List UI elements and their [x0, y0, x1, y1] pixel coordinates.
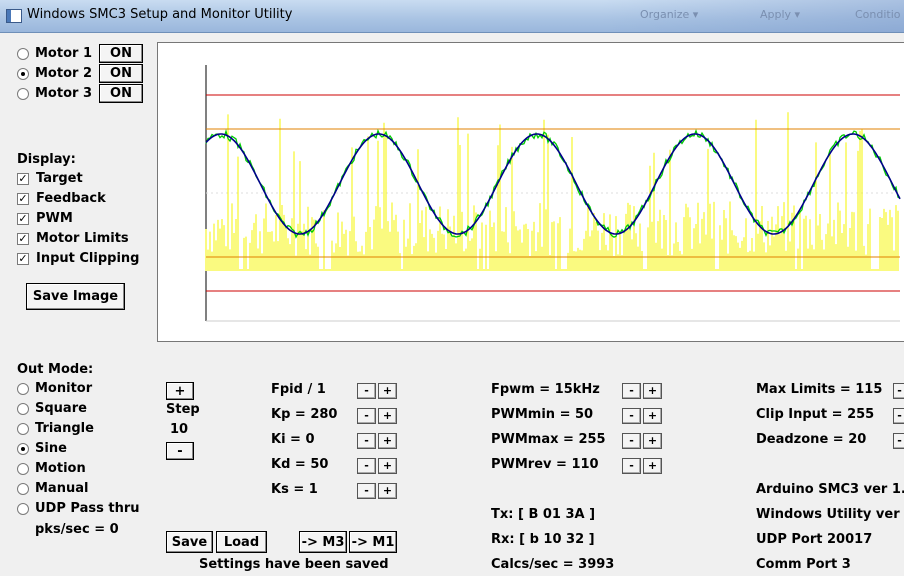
pwmrev-plus-button[interactable]: +: [643, 458, 662, 474]
background-menu-apply: Apply ▾: [760, 8, 801, 21]
kd-label: Kd = 50: [271, 457, 329, 472]
kp-minus-button[interactable]: -: [357, 408, 376, 424]
fpid-plus-button[interactable]: +: [378, 383, 397, 399]
mode-square-radio[interactable]: [17, 403, 29, 415]
arduino-version: Arduino SMC3 ver 1.00: [756, 482, 904, 497]
mode-sine-radio[interactable]: [17, 443, 29, 455]
status-message: Settings have been saved: [199, 557, 389, 572]
motor-limits-checkbox[interactable]: ✓: [17, 233, 29, 245]
pwmmin-label: PWMmin = 50: [491, 407, 594, 422]
pwmmax-plus-button[interactable]: +: [643, 433, 662, 449]
motor-2-on-button[interactable]: ON: [99, 64, 143, 83]
target-trace: [205, 133, 901, 235]
pwm-checkbox[interactable]: ✓: [17, 213, 29, 225]
motor-graph: [205, 65, 901, 322]
step-plus-button[interactable]: +: [166, 382, 194, 400]
target-checkbox[interactable]: ✓: [17, 173, 29, 185]
fpwm-minus-button[interactable]: -: [622, 383, 641, 399]
feedback-trace: [205, 128, 901, 239]
mode-udp-label: UDP Pass thru: [35, 501, 140, 516]
mode-motion-radio[interactable]: [17, 463, 29, 475]
pwmmax-label: PWMmax = 255: [491, 432, 606, 447]
motor-limits-label: Motor Limits: [36, 231, 129, 246]
mode-udp-radio[interactable]: [17, 503, 29, 515]
comm-port: Comm Port 3: [756, 557, 851, 572]
motor-1-on-button[interactable]: ON: [99, 44, 143, 63]
target-label: Target: [36, 171, 83, 186]
mode-sine-label: Sine: [35, 441, 67, 456]
tx-readout: Tx: [ B 01 3A ]: [491, 507, 596, 522]
window-title: Windows SMC3 Setup and Monitor Utility: [27, 7, 293, 22]
pwmrev-label: PWMrev = 110: [491, 457, 599, 472]
feedback-checkbox[interactable]: ✓: [17, 193, 29, 205]
kd-minus-button[interactable]: -: [357, 458, 376, 474]
ki-minus-button[interactable]: -: [357, 433, 376, 449]
fpid-label: Fpid / 1: [271, 382, 326, 397]
kp-plus-button[interactable]: +: [378, 408, 397, 424]
step-value: 10: [170, 422, 189, 437]
motor-3-label: Motor 3: [35, 86, 92, 101]
pwmmax-minus-button[interactable]: -: [622, 433, 641, 449]
fpwm-plus-button[interactable]: +: [643, 383, 662, 399]
ki-label: Ki = 0: [271, 432, 315, 447]
pwmrev-minus-button[interactable]: -: [622, 458, 641, 474]
deadzone-minus-button[interactable]: -: [893, 433, 904, 449]
pwm-trace: [205, 112, 899, 271]
motor-3-radio[interactable]: [17, 88, 29, 100]
mode-triangle-label: Triangle: [35, 421, 94, 436]
mode-square-label: Square: [35, 401, 87, 416]
save-button[interactable]: Save: [166, 531, 213, 553]
clip-input-label: Clip Input = 255: [756, 407, 875, 422]
windows-utility-version: Windows Utility ver 1.0: [756, 507, 904, 522]
ks-plus-button[interactable]: +: [378, 483, 397, 499]
mode-manual-label: Manual: [35, 481, 89, 496]
max-limits-label: Max Limits = 115: [756, 382, 883, 397]
input-clipping-checkbox[interactable]: ✓: [17, 253, 29, 265]
motor-1-radio[interactable]: [17, 48, 29, 60]
fpwm-label: Fpwm = 15kHz: [491, 382, 600, 397]
pwmmin-minus-button[interactable]: -: [622, 408, 641, 424]
ki-plus-button[interactable]: +: [378, 433, 397, 449]
fpid-minus-button[interactable]: -: [357, 383, 376, 399]
pks-per-sec: pks/sec = 0: [35, 522, 119, 537]
ks-minus-button[interactable]: -: [357, 483, 376, 499]
graph-panel: [157, 42, 904, 342]
udp-port: UDP Port 20017: [756, 532, 873, 547]
max-limits-minus-button[interactable]: -: [893, 383, 904, 399]
kd-plus-button[interactable]: +: [378, 458, 397, 474]
motor-2-label: Motor 2: [35, 66, 92, 81]
kp-label: Kp = 280: [271, 407, 338, 422]
feedback-label: Feedback: [36, 191, 106, 206]
background-menu-conditio: Conditio: [855, 8, 901, 21]
copy-to-m1-button[interactable]: -> M1: [349, 531, 397, 553]
mode-monitor-radio[interactable]: [17, 383, 29, 395]
step-minus-button[interactable]: -: [166, 442, 194, 460]
input-clipping-label: Input Clipping: [36, 251, 140, 266]
display-heading: Display:: [17, 152, 76, 167]
save-image-button[interactable]: Save Image: [26, 283, 125, 310]
ks-label: Ks = 1: [271, 482, 318, 497]
title-bar[interactable]: Windows SMC3 Setup and Monitor Utility O…: [0, 0, 904, 33]
copy-to-m3-button[interactable]: -> M3: [299, 531, 347, 553]
deadzone-label: Deadzone = 20: [756, 432, 867, 447]
motor-3-on-button[interactable]: ON: [99, 84, 143, 103]
background-menu-organize: Organize ▾: [640, 8, 699, 21]
out-mode-heading: Out Mode:: [17, 362, 94, 377]
mode-motion-label: Motion: [35, 461, 86, 476]
rx-readout: Rx: [ b 10 32 ]: [491, 532, 595, 547]
mode-triangle-radio[interactable]: [17, 423, 29, 435]
load-button[interactable]: Load: [216, 531, 267, 553]
app-icon: [6, 9, 22, 23]
step-label: Step: [166, 402, 200, 417]
pwmmin-plus-button[interactable]: +: [643, 408, 662, 424]
pwm-label: PWM: [36, 211, 73, 226]
clip-input-minus-button[interactable]: -: [893, 408, 904, 424]
mode-monitor-label: Monitor: [35, 381, 93, 396]
motor-2-radio[interactable]: [17, 68, 29, 80]
motor-1-label: Motor 1: [35, 46, 92, 61]
mode-manual-radio[interactable]: [17, 483, 29, 495]
calcs-per-sec: Calcs/sec = 3993: [491, 557, 615, 572]
